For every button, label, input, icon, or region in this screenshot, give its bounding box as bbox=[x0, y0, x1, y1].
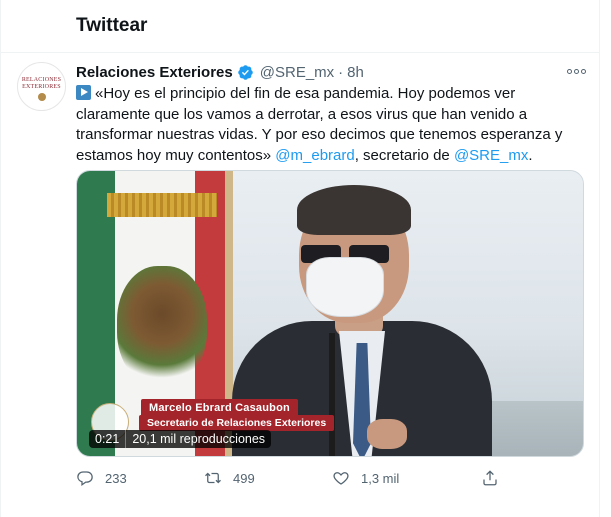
face-mask bbox=[306, 257, 384, 317]
seal-icon bbox=[38, 93, 46, 101]
handle-link[interactable]: @SRE_mx bbox=[454, 147, 528, 164]
page-title: Twittear bbox=[76, 15, 148, 36]
retweet-button[interactable]: 499 bbox=[204, 464, 255, 492]
eagle-emblem-icon bbox=[117, 266, 207, 386]
tweet-text-part3: . bbox=[528, 146, 533, 164]
speaker-hand bbox=[367, 419, 407, 449]
video-info-badge: 0:21 20,1 mil reproducciones bbox=[89, 430, 272, 448]
avatar-text-line1: RELACIONES bbox=[21, 77, 62, 83]
video-view-count: 20,1 mil reproducciones bbox=[132, 432, 266, 446]
author-handle[interactable]: @SRE_mx bbox=[260, 64, 334, 81]
mention-link[interactable]: @m_ebrard bbox=[275, 147, 354, 164]
separator-dot: · bbox=[338, 63, 344, 81]
tweet-text: «Hoy es el principio del fin de esa pand… bbox=[76, 84, 581, 166]
retweet-icon bbox=[205, 472, 221, 484]
reply-count: 233 bbox=[105, 470, 127, 486]
lower-third-role: Secretario de Relaciones Exteriores bbox=[139, 415, 335, 431]
microphone bbox=[329, 333, 335, 456]
reply-button[interactable]: 233 bbox=[76, 464, 127, 492]
video-duration: 0:21 bbox=[89, 430, 127, 448]
author-display-name[interactable]: Relaciones Exteriores bbox=[76, 64, 233, 81]
tweet-author-row: Relaciones Exteriores @SRE_mx · 8h bbox=[76, 62, 364, 82]
speaker-hair bbox=[297, 185, 411, 235]
more-options-icon[interactable] bbox=[566, 64, 586, 78]
avatar[interactable]: RELACIONES EXTERIORES bbox=[17, 62, 66, 111]
header: Twittear bbox=[0, 0, 600, 53]
like-button[interactable]: 1,3 mil bbox=[332, 464, 399, 492]
avatar-text-line2: EXTERIORES bbox=[22, 84, 61, 90]
share-icon bbox=[483, 470, 497, 486]
tweet-timestamp[interactable]: 8h bbox=[347, 64, 364, 81]
play-button-emoji-icon bbox=[76, 85, 91, 100]
verified-badge-icon bbox=[237, 64, 253, 80]
tweet-text-part2: , secretario de bbox=[354, 146, 454, 164]
retweet-count: 499 bbox=[233, 470, 255, 486]
heart-icon bbox=[333, 472, 349, 485]
video-player[interactable]: Marcelo Ebrard Casaubon Secretario de Re… bbox=[76, 170, 584, 457]
like-count: 1,3 mil bbox=[361, 470, 400, 486]
reply-icon bbox=[77, 471, 93, 486]
share-button[interactable] bbox=[481, 464, 510, 492]
tweet-actions: 233 499 1,3 mil bbox=[76, 464, 581, 492]
